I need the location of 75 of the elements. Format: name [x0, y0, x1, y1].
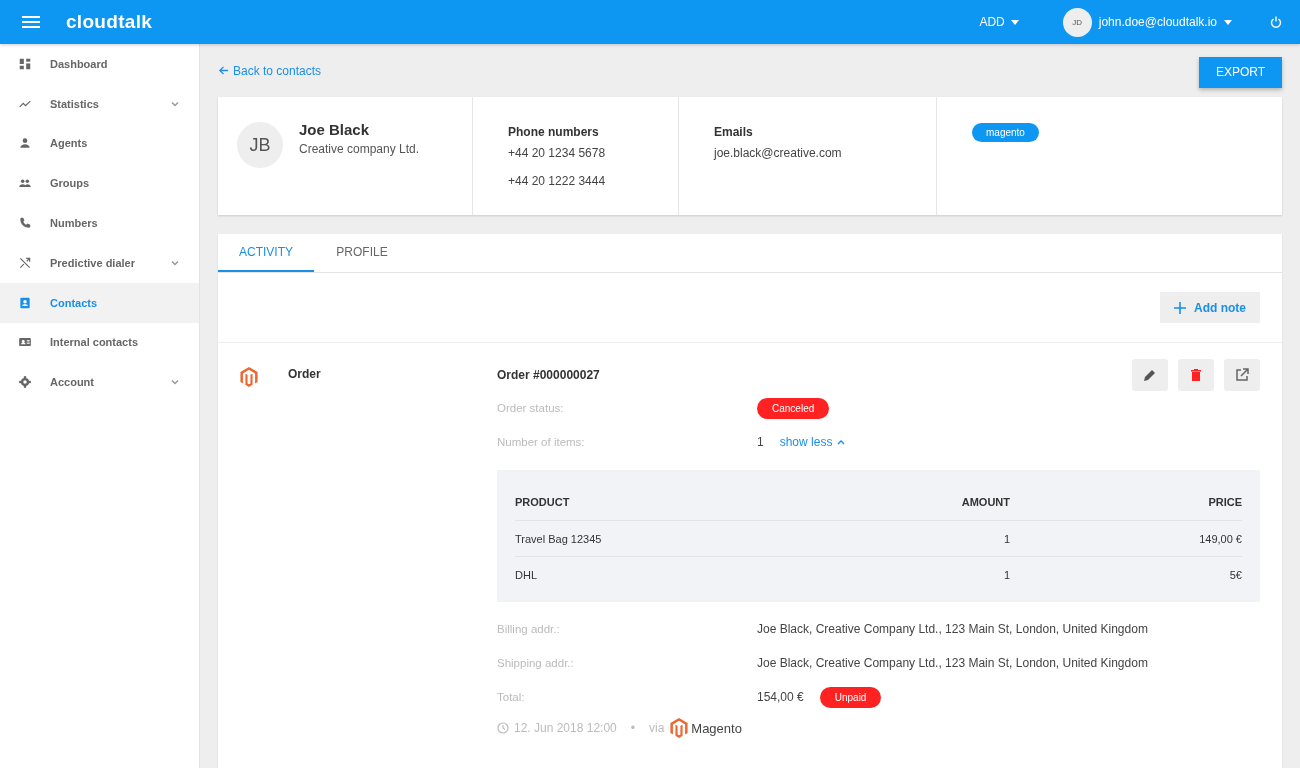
contact-name: Joe Black — [299, 121, 371, 138]
phone-number: +44 20 1234 5678 — [508, 146, 607, 160]
sidebar-item[interactable]: Agents — [0, 123, 199, 164]
menu-icon[interactable] — [22, 15, 40, 29]
table-cell-text: DHL — [515, 568, 538, 581]
sidebar-item[interactable]: Numbers — [0, 203, 199, 243]
status-badge: Unpaid — [819, 686, 882, 708]
table-cell-text: 1 — [1002, 568, 1010, 581]
activity-type: Order — [288, 367, 322, 383]
add-menu[interactable]: ADD — [979, 15, 1019, 29]
export-button[interactable]: EXPORT — [1198, 56, 1282, 88]
via-label: via — [648, 721, 665, 735]
field-value: Joe Black, Creative Company Ltd., 123 Main St, London, United Kingdom — [757, 656, 1148, 670]
tab[interactable]: ACTIVITY — [218, 234, 314, 272]
clock-icon — [497, 722, 509, 734]
chevron-up-icon — [837, 439, 846, 445]
field-label: Order status: — [497, 402, 565, 414]
sidebar-item[interactable]: Predictive dialer — [0, 243, 199, 283]
external-link-icon — [1235, 368, 1249, 382]
column-header: AMOUNT — [960, 496, 1010, 508]
separator-dot: • — [630, 721, 635, 735]
user-avatar: JD — [1062, 7, 1092, 37]
power-icon[interactable] — [1270, 16, 1282, 28]
phone-icon — [18, 216, 32, 231]
timestamp: 12. Jun 2018 12:00 — [514, 721, 617, 735]
caret-icon[interactable] — [1224, 19, 1232, 25]
order-title: Order #000000027 — [497, 368, 600, 384]
column-header: PRICE — [1207, 496, 1242, 508]
status-badge: Canceled — [757, 397, 830, 419]
person-icon — [18, 136, 32, 151]
phones-heading: Phone numbers — [508, 125, 600, 139]
table-cell-text: 149,00 € — [1198, 532, 1242, 545]
plus-icon — [1174, 301, 1186, 314]
user-menu[interactable]: john.doe@cloudtalk.io — [1098, 15, 1217, 29]
table-cell-text: 5€ — [1228, 568, 1242, 581]
caret-icon — [1010, 19, 1019, 25]
trash-icon — [1189, 368, 1203, 382]
sidebar-item[interactable]: Contacts — [0, 282, 199, 323]
field-label: Shipping addr.: — [497, 657, 575, 669]
email-address: joe.black@creative.com — [714, 146, 843, 160]
phone-number: +44 20 1222 3444 — [508, 174, 607, 188]
sidebar-item[interactable]: Dashboard — [0, 44, 199, 84]
field-label: Total: — [497, 691, 526, 703]
field-value: 154,00 € — [757, 690, 804, 704]
pencil-icon — [1143, 368, 1157, 382]
sidebar-item[interactable]: Groups — [0, 163, 199, 204]
field-label: Number of items: — [497, 436, 586, 448]
magento-logo-icon — [240, 367, 258, 387]
add-note-button[interactable]: Add note — [1160, 292, 1260, 323]
delete-button[interactable] — [1178, 359, 1214, 391]
contact-avatar: JB — [237, 122, 283, 168]
contacts-icon — [18, 295, 32, 310]
sidebar-item[interactable]: Statistics — [0, 83, 199, 124]
arrow-left-icon — [218, 65, 229, 76]
shuffle-icon — [18, 255, 32, 270]
column-header: PRODUCT — [515, 496, 571, 508]
emails-heading: Emails — [714, 125, 754, 139]
magento-logo-icon — [670, 718, 689, 738]
sidebar-item[interactable]: Account — [0, 362, 199, 403]
logo: cloudtalk — [66, 11, 153, 33]
show-less-link[interactable]: show less — [779, 435, 846, 449]
back-link[interactable]: Back to contacts — [218, 63, 322, 78]
table-cell-text: Travel Bag 12345 — [515, 532, 603, 545]
dashboard-icon — [18, 56, 32, 71]
field-label: Billing addr.: — [497, 623, 561, 635]
tab[interactable]: PROFILE — [314, 234, 410, 272]
company-name: Creative company Ltd. — [299, 142, 420, 156]
sidebar-item[interactable]: Internal contacts — [0, 322, 199, 363]
open-external-button[interactable] — [1224, 359, 1260, 391]
source-name: Magento — [691, 720, 742, 736]
tag: magento — [972, 123, 1039, 142]
edit-button[interactable] — [1132, 359, 1168, 391]
field-value: 1 — [757, 435, 764, 449]
table-cell-text: 1 — [1002, 532, 1010, 545]
field-value: Joe Black, Creative Company Ltd., 123 Main St, London, United Kingdom — [757, 622, 1148, 636]
